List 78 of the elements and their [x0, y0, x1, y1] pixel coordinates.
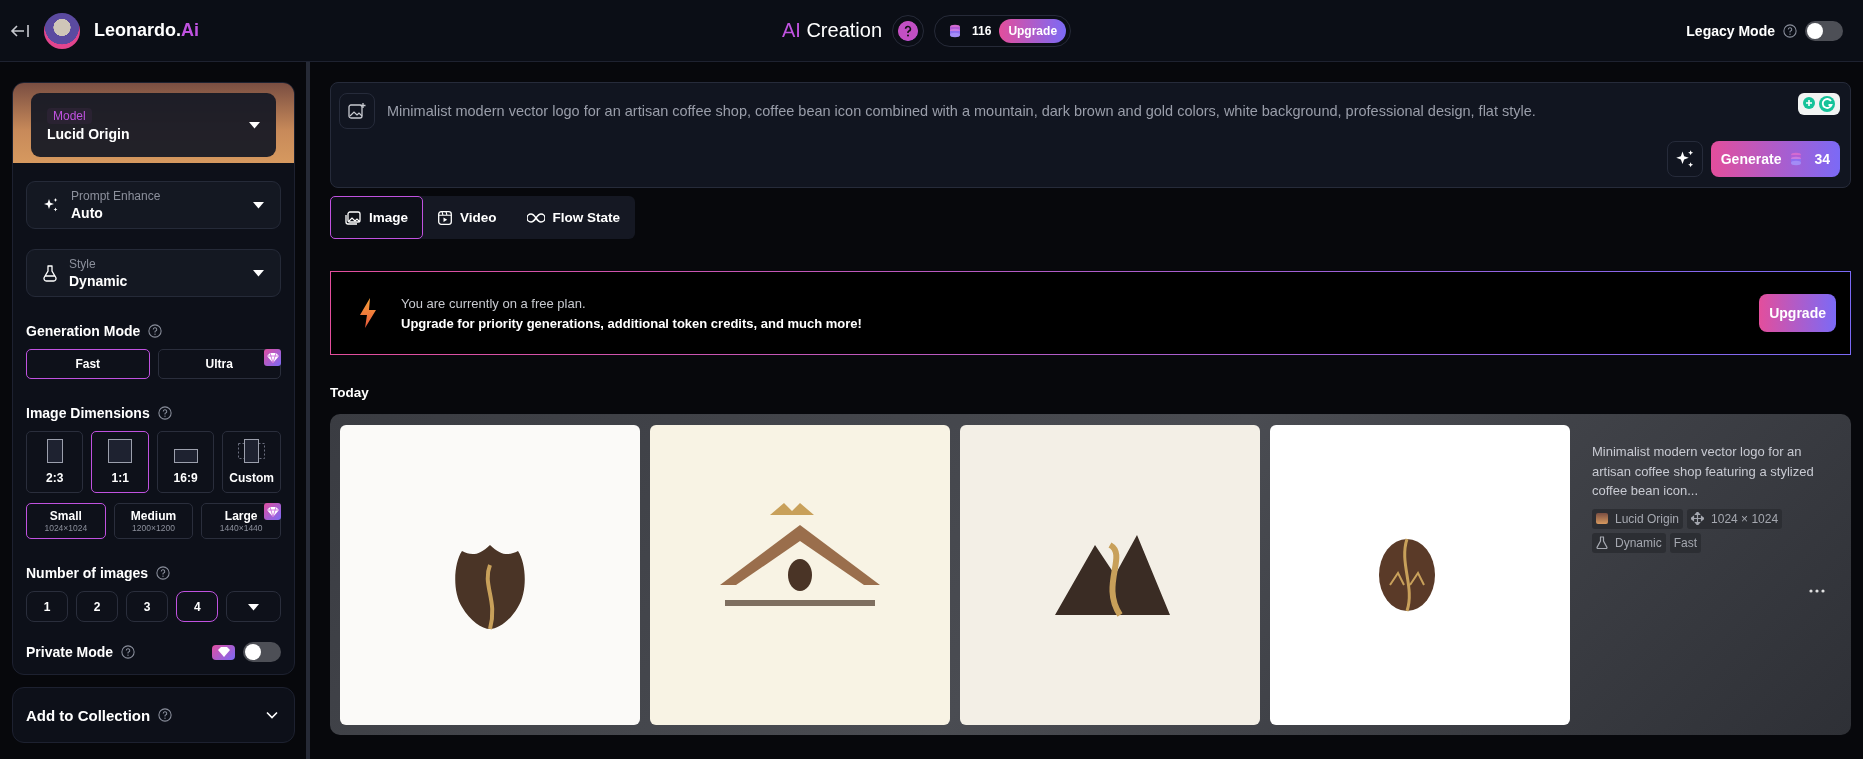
enhance-button[interactable]: [1666, 141, 1703, 177]
sparkles-icon: [1674, 149, 1695, 169]
mode-tab[interactable]: Video: [423, 196, 512, 239]
move-arrows-icon: [1691, 512, 1705, 525]
flask-icon: [43, 264, 57, 282]
landscape-rectangle-icon: [173, 449, 198, 463]
brand-name: Leonardo.Ai: [94, 20, 199, 41]
private-mode-label: Private Mode: [26, 644, 114, 660]
add-image-button[interactable]: [339, 93, 375, 129]
count-option[interactable]: 3: [126, 591, 169, 622]
help-icon[interactable]: [158, 708, 173, 722]
size-option[interactable]: Large 1440×1440: [201, 503, 281, 539]
tag-label: Dynamic: [1615, 535, 1662, 550]
logo-image[interactable]: [960, 424, 1260, 725]
toggle-switch[interactable]: [1805, 20, 1843, 41]
count-option[interactable]: 4: [176, 591, 219, 622]
size-option[interactable]: Small 1024×1024: [26, 503, 106, 539]
style-dropdown[interactable]: Style Dynamic: [26, 249, 281, 297]
page-title: AI Creation: [781, 19, 882, 42]
toggle-switch[interactable]: [243, 642, 281, 662]
thumbnail-icon: [1596, 513, 1608, 524]
mode-option[interactable]: Ultra: [157, 349, 281, 379]
section-title: Image Dimensions: [26, 405, 150, 421]
mode-tab[interactable]: Flow State: [511, 196, 636, 239]
caret-icon: [253, 201, 264, 209]
prompt-field[interactable]: Minimalist modern vector logo for an artisan coffee shop, coffee bean icon combined with a mountain, dark brown and gold colors, white background, professional design, flat style. Generate 34: [330, 82, 1851, 188]
upgrade-message: Upgrade for priority generations, additional token credits, and much more!: [401, 315, 863, 331]
model-dropdown[interactable]: Model Lucid Origin: [31, 93, 276, 157]
count-option[interactable]: 1: [26, 591, 69, 622]
tag-label: 1024 × 1024: [1711, 511, 1779, 526]
size-option[interactable]: Medium 1200×1200: [113, 503, 194, 539]
chevron-icon: [266, 711, 278, 719]
tag-label: Fast: [1673, 535, 1698, 550]
count-option[interactable]: 2: [76, 591, 119, 622]
tag-label: Lucid Origin: [1615, 511, 1680, 526]
date-heading: Today: [330, 385, 370, 400]
logo-image[interactable]: [1270, 424, 1570, 725]
avatar: [44, 12, 80, 49]
add-to-collection-button[interactable]: Add to Collection: [12, 687, 295, 743]
generate-button[interactable]: Generate 34: [1710, 141, 1840, 177]
image-plus-icon: [348, 103, 366, 119]
aspect-ratio-option[interactable]: 2:3: [26, 431, 84, 493]
help-icon[interactable]: [121, 645, 136, 659]
mode-option[interactable]: Fast: [26, 349, 150, 379]
custom-size-icon: [238, 439, 266, 463]
sparkles-icon: [43, 197, 59, 213]
logo-image[interactable]: [340, 424, 640, 725]
help-icon[interactable]: [1783, 23, 1797, 38]
extension-icon[interactable]: [1798, 93, 1840, 115]
caret-icon: [253, 269, 264, 277]
flask-icon: [1596, 536, 1608, 549]
aspect-ratio-option[interactable]: 1:1: [91, 431, 149, 493]
help-icon[interactable]: [148, 324, 163, 338]
upgrade-button[interactable]: Upgrade: [1759, 294, 1836, 332]
aspect-ratio-option[interactable]: Custom: [222, 431, 281, 493]
mode-tab[interactable]: Image: [330, 196, 424, 239]
more-icon[interactable]: [1809, 588, 1825, 593]
section-title: Generation Mode: [26, 323, 141, 339]
prompt-summary: Minimalist modern vector logo for an artisan coffee shop featuring a stylized coffee bean icon...: [1592, 443, 1815, 500]
upgrade-button[interactable]: Upgrade: [999, 18, 1067, 43]
caret-icon: [248, 603, 260, 611]
prompt-enhance-dropdown[interactable]: Prompt Enhance Auto: [26, 181, 281, 229]
aspect-ratio-option[interactable]: 16:9: [156, 431, 215, 493]
help-icon[interactable]: [157, 406, 172, 420]
square-icon: [108, 439, 133, 463]
count-dropdown[interactable]: [226, 591, 281, 622]
section-title: Number of images: [26, 565, 149, 581]
help-icon[interactable]: [156, 566, 171, 580]
portrait-rectangle-icon: [46, 439, 63, 463]
collapse-icon[interactable]: [10, 23, 30, 38]
video-icon: [438, 210, 453, 225]
lightning-icon: [359, 298, 377, 328]
images-icon: [345, 210, 361, 225]
infinity-icon: [526, 212, 545, 223]
token-count: 116: [972, 23, 992, 38]
plan-notice: You are currently on a free plan.: [401, 295, 587, 311]
caret-icon: [249, 121, 260, 129]
legacy-mode-label: Legacy Mode: [1686, 22, 1775, 39]
